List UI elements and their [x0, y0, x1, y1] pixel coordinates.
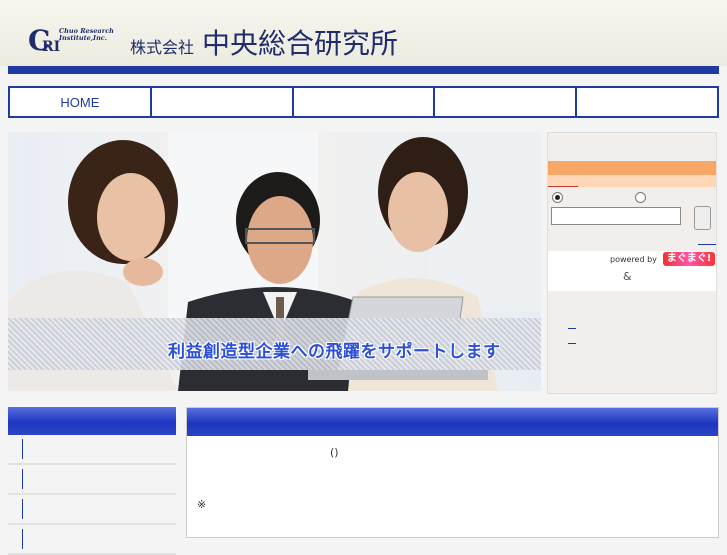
hero-tagline: 利益創造型企業への飛躍をサポートします	[168, 342, 501, 362]
svg-text:RI: RI	[42, 39, 60, 54]
nav-item-3[interactable]	[294, 88, 436, 116]
link-dash-1[interactable]	[568, 328, 576, 329]
company-logo[interactable]: C RI	[28, 24, 60, 54]
ampersand-text: &	[623, 270, 632, 283]
radio-subscribe[interactable]	[552, 192, 563, 203]
logo-subtitle: Chuo Research Institute,Inc.	[59, 28, 114, 42]
content-paren-text: ()	[330, 446, 339, 459]
left-menu	[8, 407, 176, 555]
panel-header-bar	[548, 161, 716, 175]
left-menu-header	[8, 407, 176, 435]
nav-item-home[interactable]: HOME	[10, 88, 152, 116]
nav-item-2[interactable]	[152, 88, 294, 116]
newsletter-panel: powered by まぐまぐ! &	[547, 132, 717, 394]
link-dash-2[interactable]	[568, 343, 576, 344]
company-name-block: 株式会社 中央総合研究所	[130, 22, 398, 62]
panel-divider	[698, 244, 716, 245]
panel-accent-line	[548, 186, 578, 187]
company-prefix: 株式会社	[130, 38, 195, 57]
header-divider-bar	[8, 66, 719, 74]
content-header-bar	[187, 408, 718, 436]
global-nav: HOME	[8, 86, 719, 118]
main-content: () ※	[186, 407, 719, 538]
left-menu-item[interactable]	[8, 435, 176, 465]
nav-item-4[interactable]	[435, 88, 578, 116]
logo-subtitle-line2: Institute,Inc.	[59, 34, 108, 42]
nav-item-5[interactable]	[577, 88, 717, 116]
hero-image: 利益創造型企業への飛躍をサポートします	[8, 132, 541, 391]
company-name: 中央総合研究所	[202, 27, 399, 60]
site-header: C RI Chuo Research Institute,Inc. 株式会社 中央…	[0, 0, 727, 66]
content-note-mark: ※	[197, 498, 207, 511]
radio-unsubscribe[interactable]	[635, 192, 646, 203]
left-menu-item[interactable]	[8, 495, 176, 525]
email-field[interactable]	[551, 207, 681, 225]
left-menu-item[interactable]	[8, 525, 176, 555]
powered-by-label: powered by	[610, 255, 657, 264]
submit-button[interactable]	[694, 206, 711, 230]
mag2-logo[interactable]: まぐまぐ!	[663, 252, 715, 266]
left-menu-item[interactable]	[8, 465, 176, 495]
